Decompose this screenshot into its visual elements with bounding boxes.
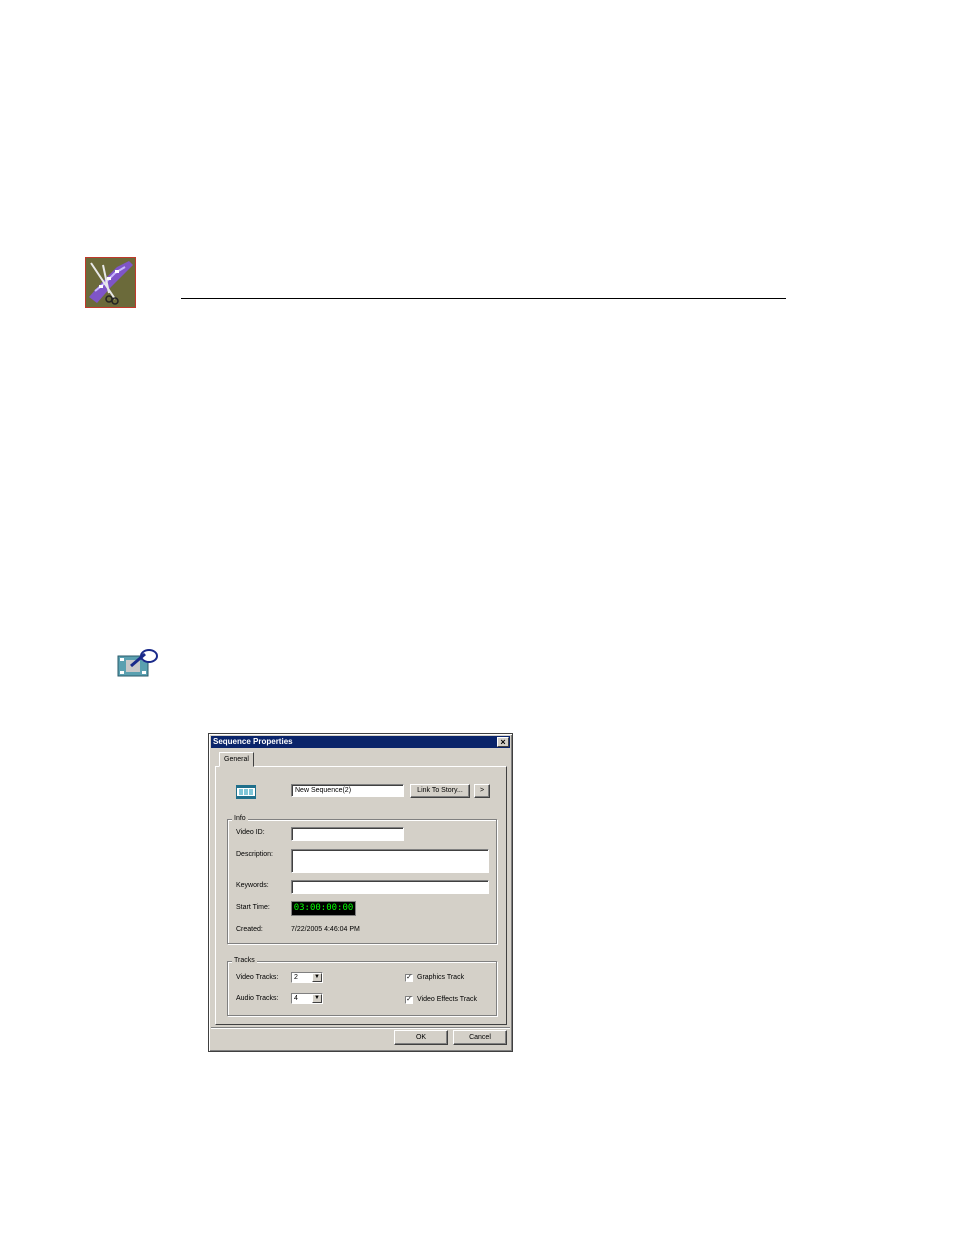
tracks-group: Tracks Video Tracks: 2 ▼ Audio Tracks: 4… [227, 956, 497, 1016]
created-label: Created: [236, 926, 263, 933]
audio-tracks-select[interactable]: 4 ▼ [291, 993, 323, 1004]
graphics-track-label: Graphics Track [417, 974, 465, 981]
created-value: 7/22/2005 4:46:04 PM [291, 926, 360, 933]
tab-general[interactable]: General [219, 752, 254, 767]
note-icon [117, 646, 159, 678]
video-effects-track-checkbox[interactable]: ✓ [405, 996, 413, 1004]
link-to-story-button[interactable]: Link To Story... [410, 784, 470, 798]
audio-tracks-label: Audio Tracks: [236, 995, 279, 1002]
chevron-down-icon[interactable]: ▼ [312, 973, 322, 982]
video-id-input[interactable] [291, 827, 404, 841]
sequence-name-input[interactable]: New Sequence(2) [291, 784, 404, 797]
info-group-title: Info [232, 814, 248, 824]
video-tracks-select[interactable]: 2 ▼ [291, 972, 323, 983]
close-button[interactable]: × [497, 737, 509, 747]
ok-button[interactable]: OK [394, 1030, 448, 1045]
cancel-button[interactable]: Cancel [453, 1030, 507, 1045]
chevron-down-icon[interactable]: ▼ [312, 994, 322, 1003]
sequence-properties-dialog: Sequence Properties × General New Sequen… [208, 733, 513, 1052]
tracks-group-title: Tracks [232, 956, 257, 966]
keywords-input[interactable] [291, 880, 489, 894]
button-bar-separator [211, 1027, 510, 1029]
chapter-logo-icon [85, 257, 136, 308]
start-time-timecode[interactable]: 03:00:00:00 [291, 901, 356, 916]
info-group: Info Video ID: Description: Keywords: St… [227, 814, 497, 944]
graphics-track-checkbox[interactable]: ✓ [405, 974, 413, 982]
header-rule [181, 298, 786, 299]
close-icon: × [500, 737, 506, 747]
more-button[interactable]: > [474, 784, 490, 798]
audio-tracks-value: 4 [294, 995, 298, 1002]
description-label: Description: [236, 851, 273, 858]
video-effects-track-label: Video Effects Track [417, 996, 478, 1003]
dialog-title-bar: Sequence Properties × [211, 736, 510, 748]
general-tab-panel: New Sequence(2) Link To Story... > Info … [215, 766, 507, 1025]
dialog-title: Sequence Properties [213, 737, 293, 746]
video-tracks-label: Video Tracks: [236, 974, 279, 981]
description-input[interactable] [291, 849, 489, 873]
video-tracks-value: 2 [294, 974, 298, 981]
video-id-label: Video ID: [236, 829, 265, 836]
keywords-label: Keywords: [236, 882, 269, 889]
start-time-label: Start Time: [236, 904, 270, 911]
sequence-film-icon [236, 785, 256, 799]
